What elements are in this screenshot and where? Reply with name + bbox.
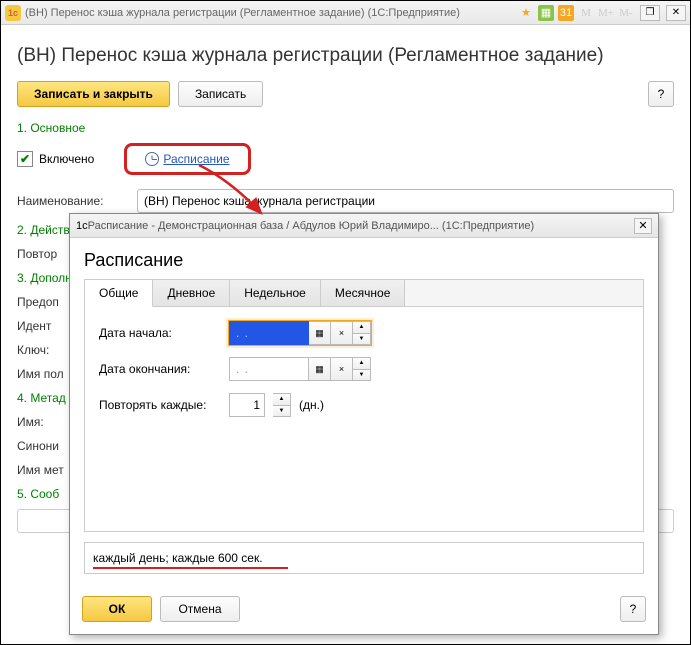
calculator-icon[interactable]: ▦ [538, 5, 554, 21]
schedule-popup: 1c Расписание - Демонстрационная база / … [69, 213, 659, 635]
tab-monthly[interactable]: Месячное [321, 280, 406, 307]
end-date-spinner[interactable]: ▲▼ [353, 357, 371, 381]
name-label: Наименование: [17, 194, 137, 208]
schedule-link-highlight: Расписание [124, 143, 250, 175]
enabled-checkbox[interactable]: ✔ [17, 151, 33, 167]
start-date-picker-button[interactable]: ▦ [309, 321, 331, 345]
app-icon: 1c [5, 5, 21, 21]
popup-heading: Расписание [84, 250, 644, 271]
schedule-summary-text: каждый день; каждые 600 сек. [93, 551, 263, 565]
tab-weekly[interactable]: Недельное [230, 280, 321, 307]
tab-daily[interactable]: Дневное [153, 280, 230, 307]
favorite-icon[interactable]: ★ [518, 5, 534, 21]
calendar-icon[interactable]: 31 [558, 5, 574, 21]
start-date-spinner[interactable]: ▲▼ [353, 321, 371, 345]
schedule-link[interactable]: Расписание [163, 152, 229, 166]
close-button[interactable]: ✕ [666, 5, 686, 21]
tab-general[interactable]: Общие [85, 280, 153, 307]
start-date-input[interactable]: . . [229, 321, 309, 345]
repeat-spinner[interactable]: ▲▼ [273, 393, 291, 417]
enabled-label: Включено [39, 152, 94, 166]
popup-title: Расписание - Демонстрационная база / Абд… [88, 220, 634, 232]
end-date-label: Дата окончания: [99, 362, 229, 376]
red-underline-annotation [93, 567, 288, 569]
repeat-unit-label: (дн.) [299, 398, 324, 412]
end-date-clear-button[interactable]: × [331, 357, 353, 381]
page-title: (ВН) Перенос кэша журнала регистрации (Р… [17, 45, 674, 67]
restore-button[interactable]: ❐ [640, 5, 660, 21]
m-plus-icon[interactable]: M+ [598, 5, 614, 21]
schedule-summary: каждый день; каждые 600 сек. [84, 542, 644, 574]
popup-close-button[interactable]: ✕ [634, 218, 652, 234]
ok-button[interactable]: ОК [82, 596, 152, 622]
cancel-button[interactable]: Отмена [160, 596, 240, 622]
end-date-picker-button[interactable]: ▦ [309, 357, 331, 381]
repeat-value-input[interactable]: 1 [229, 393, 265, 417]
window-title: (ВН) Перенос кэша журнала регистрации (Р… [25, 7, 518, 19]
save-button[interactable]: Записать [178, 81, 263, 107]
popup-app-icon: 1c [76, 220, 88, 232]
name-input[interactable]: (ВН) Перенос кэша журнала регистрации [137, 189, 674, 213]
end-date-input[interactable]: . . [229, 357, 309, 381]
popup-help-button[interactable]: ? [620, 596, 646, 622]
m-icon-1[interactable]: M [578, 5, 594, 21]
m-minus-icon[interactable]: M- [618, 5, 634, 21]
start-date-clear-button[interactable]: × [331, 321, 353, 345]
repeat-every-label: Повторять каждые: [99, 398, 229, 412]
start-date-label: Дата начала: [99, 326, 229, 340]
section-main: 1. Основное [17, 121, 674, 135]
clock-icon [145, 152, 159, 166]
save-and-close-button[interactable]: Записать и закрыть [17, 81, 170, 107]
help-button[interactable]: ? [648, 81, 674, 107]
